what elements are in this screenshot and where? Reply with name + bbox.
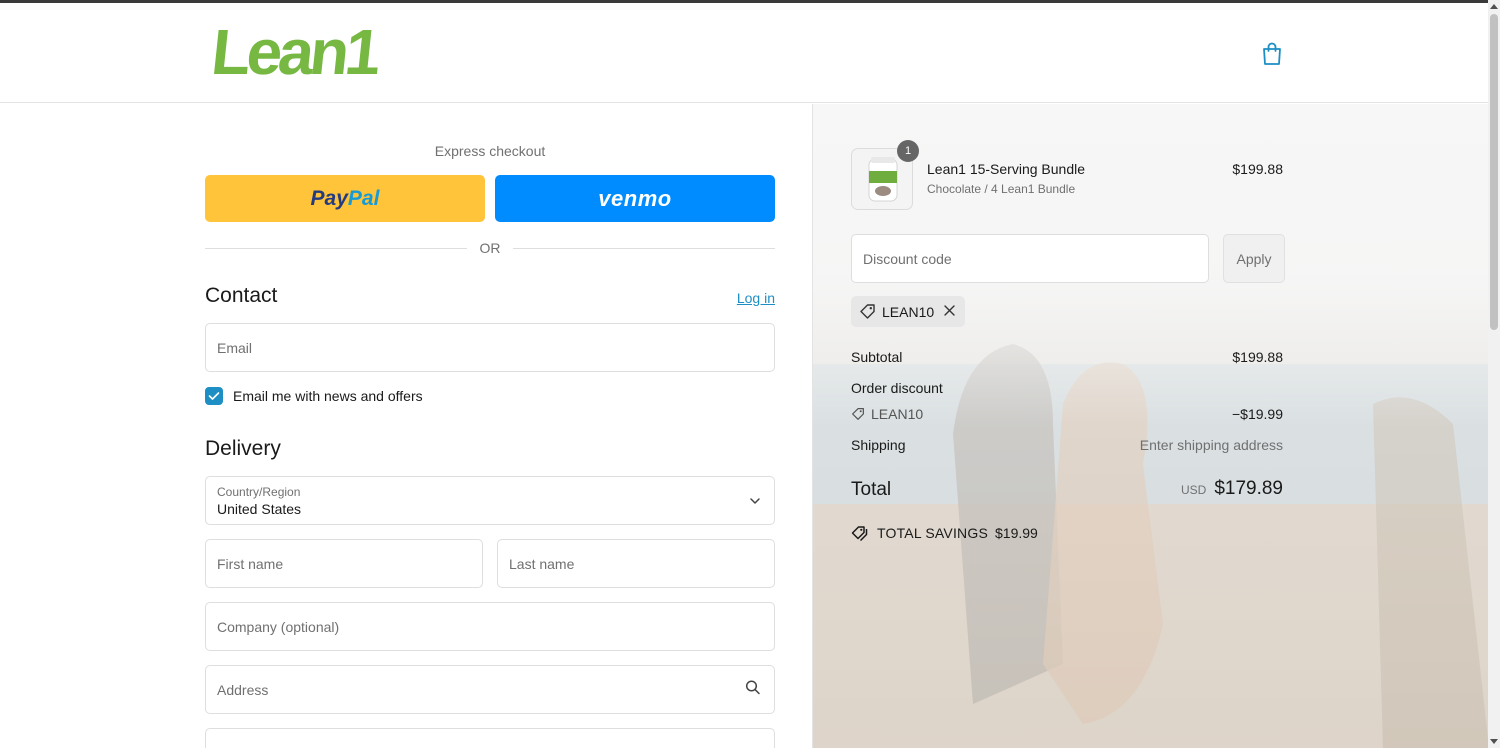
paypal-logo-pay: Pay	[310, 186, 348, 210]
last-name-placeholder: Last name	[509, 555, 575, 572]
newsletter-option[interactable]: Email me with news and offers	[205, 386, 423, 406]
venmo-button[interactable]: venmo	[495, 175, 775, 222]
express-checkout-label: Express checkout	[434, 143, 546, 159]
discount-code-placeholder: Discount code	[863, 250, 952, 267]
checkout-form: Express checkout Pay Pal venmo OR Contact…	[0, 104, 812, 748]
site-header: Lean1	[0, 3, 1488, 103]
or-divider: OR	[205, 240, 775, 256]
discount-line-code: LEAN10	[871, 406, 924, 422]
shopping-bag-icon	[1263, 42, 1281, 65]
applied-discount-chip: LEAN10	[851, 296, 965, 327]
scrollbar-thumb[interactable]	[1490, 14, 1498, 330]
tag-icon	[852, 408, 864, 420]
venmo-logo: venmo	[598, 185, 672, 211]
product-name: Lean1 15-Serving Bundle	[927, 161, 1086, 177]
discount-code-field[interactable]: Discount code	[851, 234, 1209, 283]
paypal-button[interactable]: Pay Pal	[205, 175, 485, 222]
country-label: Country/Region	[217, 485, 301, 499]
newsletter-checkbox[interactable]	[205, 387, 223, 405]
discount-value: −$19.99	[1232, 406, 1283, 422]
shipping-value: Enter shipping address	[1139, 437, 1283, 453]
newsletter-label: Email me with news and offers	[233, 388, 423, 404]
shipping-label: Shipping	[851, 437, 906, 453]
savings-value: $19.99	[995, 525, 1038, 541]
apply-button[interactable]: Apply	[1223, 234, 1285, 283]
divider-line-right	[513, 248, 775, 249]
total-amount: USD $179.89	[1181, 478, 1283, 500]
address-field[interactable]: Address	[205, 665, 775, 714]
delivery-heading: Delivery	[205, 437, 281, 460]
currency-code: USD	[1180, 483, 1207, 497]
country-select[interactable]: Country/Region United States	[205, 476, 775, 525]
subtotal-label: Subtotal	[851, 349, 903, 365]
country-value: United States	[217, 501, 302, 517]
checkmark-icon	[208, 392, 220, 400]
total-label: Total	[851, 479, 892, 500]
last-name-field[interactable]: Last name	[497, 539, 775, 588]
chevron-down-icon	[749, 492, 761, 510]
first-name-field[interactable]: First name	[205, 539, 483, 588]
paypal-logo-pal: Pal	[347, 186, 380, 210]
product-price: $199.88	[1232, 161, 1283, 177]
search-icon[interactable]	[745, 679, 761, 700]
company-placeholder: Company (optional)	[217, 618, 340, 635]
runners-background-image	[813, 104, 1488, 748]
product-variant: Chocolate / 4 Lean1 Bundle	[927, 182, 1076, 196]
order-summary: 1 Lean1 15-Serving Bundle Chocolate / 4 …	[812, 104, 1488, 748]
applied-discount-code: LEAN10	[882, 303, 935, 320]
address-placeholder: Address	[217, 681, 269, 698]
scroll-down-arrow-icon[interactable]	[1488, 736, 1500, 748]
order-discount-label: Order discount	[851, 380, 943, 396]
savings-tag-icon	[851, 526, 868, 541]
subtotal-value: $199.88	[1232, 349, 1283, 365]
apartment-field[interactable]	[205, 728, 775, 748]
first-name-placeholder: First name	[217, 555, 284, 572]
contact-heading: Contact	[205, 284, 278, 307]
lean1-logo[interactable]: Lean1	[208, 16, 381, 88]
savings-label: TOTAL SAVINGS	[877, 525, 988, 541]
cart-button[interactable]	[1260, 41, 1284, 67]
discount-line: LEAN10	[851, 406, 923, 422]
email-placeholder: Email	[217, 339, 253, 356]
page-scrollbar[interactable]	[1488, 0, 1500, 748]
quantity-badge: 1	[897, 140, 919, 162]
email-field[interactable]: Email	[205, 323, 775, 372]
company-field[interactable]: Company (optional)	[205, 602, 775, 651]
total-savings: TOTAL SAVINGS $19.99	[851, 525, 1038, 541]
scroll-up-arrow-icon[interactable]	[1488, 0, 1500, 12]
remove-discount-icon[interactable]	[944, 303, 955, 321]
total-value: $179.89	[1214, 478, 1283, 499]
tag-icon	[860, 304, 875, 319]
login-link[interactable]: Log in	[690, 290, 775, 306]
